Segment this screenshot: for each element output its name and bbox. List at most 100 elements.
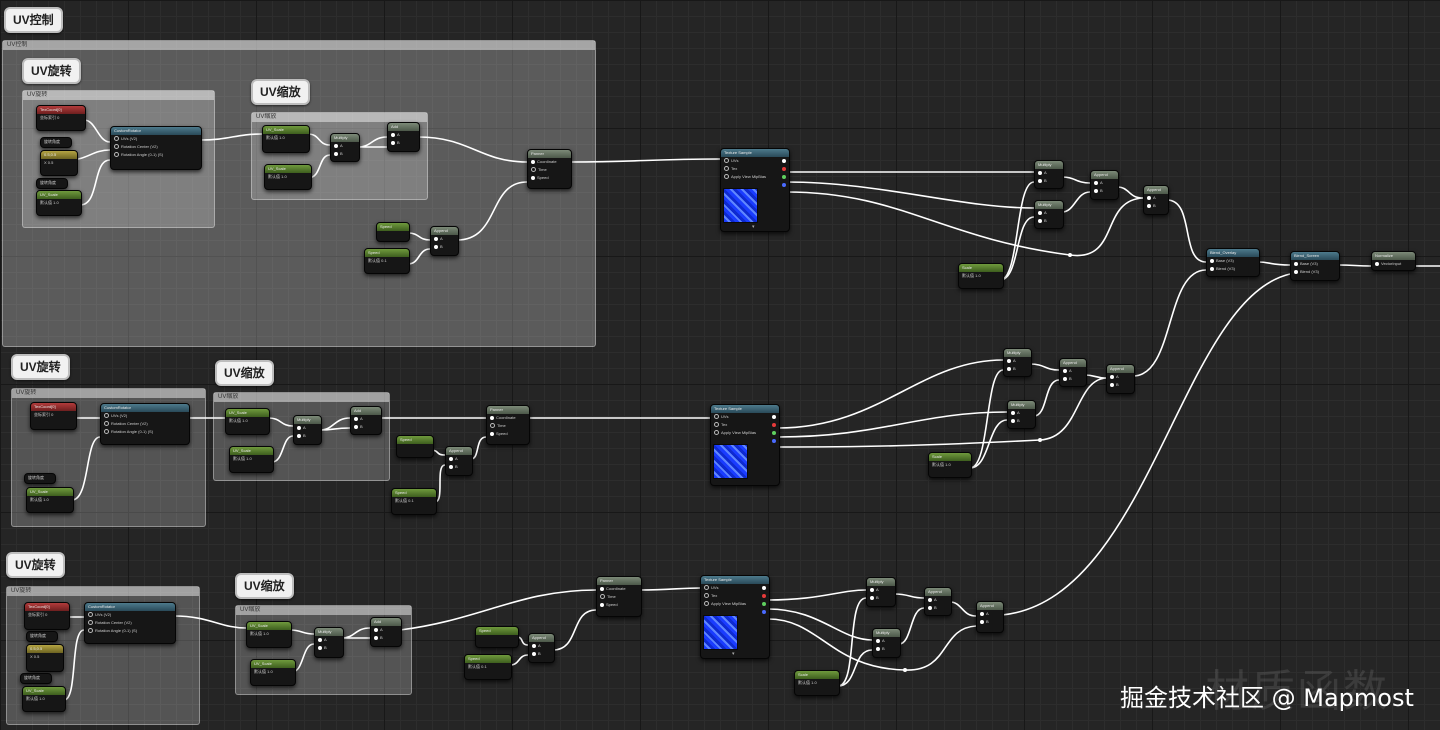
input-pin-a[interactable]: A [431, 235, 458, 243]
input-pin-row[interactable]: UVs (V2) [111, 135, 201, 143]
panner-node[interactable]: Panner Coordinate Time Speed [527, 149, 572, 189]
tex-pin-row[interactable]: Tex [721, 165, 789, 173]
rotation-scalar-node[interactable]: UV_Scale 默认值 1.0 [36, 190, 82, 216]
texcoord-node-2[interactable]: TexCoord[0] 坐标索引 0 [30, 402, 77, 430]
uv-scale-param-node-2b[interactable]: UV_Scale 默认值 1.0 [229, 446, 274, 473]
center-vector-node-3[interactable]: 0.5,0.5 X 0.5 [26, 644, 64, 672]
custom-rotator-node-2[interactable]: CustomRotator UVs (V2) Rotation Center (… [100, 403, 190, 445]
rotation-param-node-3[interactable]: 旋转角度 [26, 631, 58, 642]
input-pin-a[interactable]: A [529, 642, 554, 650]
input-pin-speed[interactable]: Speed [528, 174, 571, 182]
input-pin-a[interactable]: A [867, 586, 895, 594]
append-node[interactable]: Append A B [430, 226, 459, 256]
input-pin-base[interactable]: Base (V3) [1291, 260, 1339, 268]
append-node-2[interactable]: Append A B [445, 446, 473, 476]
input-pin-row[interactable]: UVs (V2) [101, 412, 189, 420]
rotation-label-node-2[interactable]: 旋转角度 [24, 473, 56, 484]
rotation-scalar-node-3[interactable]: UV_Scale 默认值 1.0 [22, 686, 66, 712]
r-output-pin[interactable] [772, 423, 776, 427]
g-output-pin[interactable] [762, 602, 766, 606]
tex-pin-row[interactable]: Tex [711, 421, 779, 429]
input-pin-b[interactable]: B [1035, 217, 1063, 225]
append-rgb-node-2[interactable]: Append A B [1106, 364, 1135, 394]
multiply-node-3[interactable]: Multiply A B [314, 627, 344, 658]
blend-overlay-node[interactable]: Blend_Overlay Base (V3) Blend (V3) [1206, 248, 1260, 277]
multiply-r-node[interactable]: Multiply A B [1034, 160, 1064, 189]
input-pin-b[interactable]: B [388, 139, 419, 147]
rotation-param-node[interactable]: 旋转角度 [40, 137, 72, 148]
rgb-output-pin[interactable] [772, 415, 776, 419]
uv-scale-param-node-b[interactable]: UV_Scale 默认值 1.0 [264, 164, 312, 190]
input-pin-a[interactable]: A [446, 455, 472, 463]
input-pin-row[interactable]: Rotation Angle (0-1) (S) [101, 428, 189, 436]
uv-scale-param-node[interactable]: UV_Scale 默认值 1.0 [262, 125, 310, 153]
input-pin-a[interactable]: A [1144, 194, 1168, 202]
input-pin-a[interactable]: A [1091, 179, 1118, 187]
append-rg-node-2[interactable]: Append A B [1059, 358, 1087, 387]
uv-scale-param-node-3b[interactable]: UV_Scale 默认值 1.0 [250, 659, 296, 686]
input-pin-b[interactable]: B [431, 243, 458, 251]
rotation-scalar-node-2[interactable]: UV_Scale 默认值 1.0 [26, 487, 74, 513]
speed-param-node[interactable]: Speed [376, 222, 410, 242]
chevron-down-icon[interactable]: ▾ [732, 651, 735, 657]
input-pin-a[interactable]: A [294, 424, 321, 432]
append-rg-node[interactable]: Append A B [1090, 170, 1119, 200]
const-scale-node-3[interactable]: Scale 默认值 1.0 [794, 670, 840, 696]
input-pin-b[interactable]: B [1091, 187, 1118, 195]
mip-pin-row[interactable]: Apply View MipBias [711, 429, 779, 437]
input-pin-b[interactable]: B [925, 604, 951, 612]
multiply-r-node-3[interactable]: Multiply A B [866, 577, 896, 607]
input-pin-a[interactable]: A [351, 415, 381, 423]
input-pin-row[interactable]: Rotation Center (V2) [85, 619, 175, 627]
input-pin-b[interactable]: B [371, 634, 401, 642]
input-pin-b[interactable]: B [1004, 365, 1031, 373]
input-pin-a[interactable]: A [1008, 409, 1035, 417]
input-pin-a[interactable]: A [1060, 367, 1086, 375]
rgb-output-pin[interactable] [782, 159, 786, 163]
input-pin-b[interactable]: B [315, 644, 343, 652]
input-pin-a[interactable]: A [873, 637, 900, 645]
input-pin-a[interactable]: A [315, 636, 343, 644]
multiply-g-node-2[interactable]: Multiply A B [1007, 400, 1036, 429]
input-pin-time[interactable]: Time [487, 422, 529, 430]
const-scale-node[interactable]: Scale 默认值 1.0 [958, 263, 1004, 289]
input-pin-row[interactable]: Rotation Angle (0-1) (S) [85, 627, 175, 635]
input-pin-speed[interactable]: Speed [487, 430, 529, 438]
mip-pin-row[interactable]: Apply View MipBias [721, 173, 789, 181]
g-output-pin[interactable] [772, 431, 776, 435]
append-node-3[interactable]: Append A B [528, 633, 555, 663]
b-output-pin[interactable] [782, 183, 786, 187]
append-rg-node-3[interactable]: Append A B [924, 587, 952, 616]
input-pin-a[interactable]: A [371, 626, 401, 634]
input-pin-base[interactable]: Base (V3) [1207, 257, 1259, 265]
speed-param-node-2[interactable]: Speed [396, 435, 434, 458]
rotation-label-node-3[interactable]: 旋转角度 [20, 673, 52, 684]
append-rgb-node-3[interactable]: Append A B [976, 601, 1004, 633]
input-pin-a[interactable]: A [331, 142, 359, 150]
input-pin-b[interactable]: B [873, 645, 900, 653]
texture-sample-node-3[interactable]: Texture Sample UVs Tex Apply View MipBia… [700, 575, 770, 659]
input-pin-a[interactable]: A [925, 596, 951, 604]
const-scale-node-2[interactable]: Scale 默认值 1.0 [928, 452, 972, 478]
r-output-pin[interactable] [762, 594, 766, 598]
add-node-2[interactable]: Add A B [350, 406, 382, 435]
input-pin-time[interactable]: Time [597, 593, 641, 601]
input-pin-coordinate[interactable]: Coordinate [597, 585, 641, 593]
texture-sample-node[interactable]: Texture Sample UVs Tex Apply View MipBia… [720, 148, 790, 232]
r-output-pin[interactable] [782, 167, 786, 171]
input-pin-b[interactable]: B [529, 650, 554, 658]
panner-node-2[interactable]: Panner Coordinate Time Speed [486, 405, 530, 445]
input-pin-time[interactable]: Time [528, 166, 571, 174]
input-pin-a[interactable]: A [977, 610, 1003, 618]
add-node[interactable]: Add A B [387, 122, 420, 152]
output-pin-row[interactable]: VectorInput [1372, 260, 1415, 268]
normalize-node[interactable]: Normalize VectorInput [1371, 251, 1416, 271]
speed-param-node-2b[interactable]: Speed 默认值 0.1 [391, 488, 437, 515]
multiply-g-node-3[interactable]: Multiply A B [872, 628, 901, 658]
input-pin-coordinate[interactable]: Coordinate [528, 158, 571, 166]
input-pin-row[interactable]: UVs (V2) [85, 611, 175, 619]
uvs-pin-row[interactable]: UVs [721, 157, 789, 165]
multiply-g-node[interactable]: Multiply A B [1034, 200, 1064, 229]
g-output-pin[interactable] [782, 175, 786, 179]
input-pin-b[interactable]: B [1060, 375, 1086, 383]
